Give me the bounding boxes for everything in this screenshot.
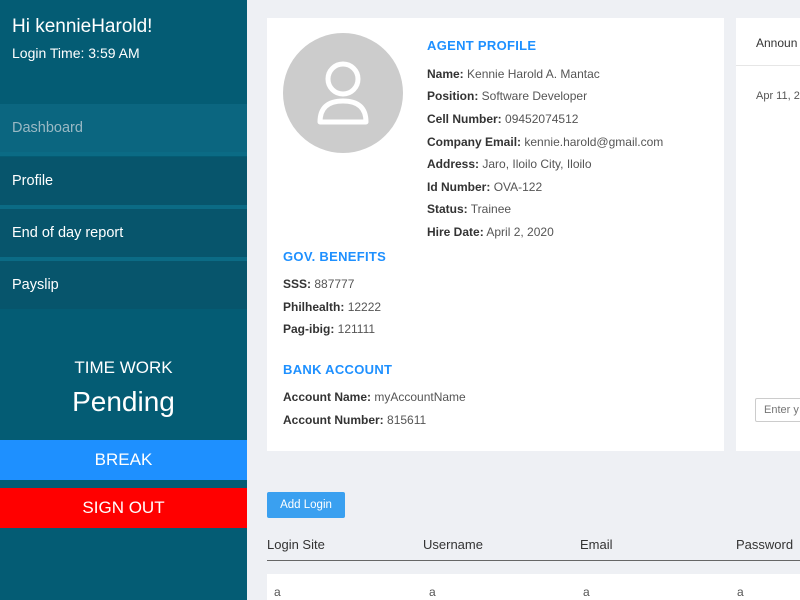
login-time: Login Time: 3:59 AM [12,45,140,61]
column-header-username: Username [423,537,483,552]
cell-login-site: a [274,585,281,599]
field-value: 887777 [314,277,355,291]
profile-field-hire-date: Hire Date: April 2, 2020 [427,225,554,239]
sign-out-button[interactable]: SIGN OUT [0,488,247,528]
announcement-title: Announ [756,36,798,50]
field-value: kennie.harold@gmail.com [524,135,664,149]
gov-benefits-title: GOV. BENEFITS [283,249,387,264]
field-value: 121111 [337,322,376,336]
field-label: Philhealth: [283,300,345,314]
field-value: April 2, 2020 [486,225,554,239]
profile-card: AGENT PROFILE Name: Kennie Harold A. Man… [267,18,724,451]
field-value: 09452074512 [505,112,579,126]
gov-field-pag-ibig: Pag-ibig: 121111 [283,322,375,336]
profile-field-status: Status: Trainee [427,202,511,216]
cell-email: a [583,585,590,599]
nav-divider [0,152,247,156]
nav-profile[interactable]: Profile [0,157,247,205]
field-value: Kennie Harold A. Mantac [467,67,600,81]
announcement-divider [736,65,800,66]
nav-payslip[interactable]: Payslip [0,261,247,309]
time-work-label: TIME WORK [74,358,173,377]
profile-field-name: Name: Kennie Harold A. Mantac [427,67,600,81]
nav-end-of-day-report-label: End of day report [12,225,124,241]
column-header-password: Password [736,537,794,552]
sidebar: Hi kennieHarold! Login Time: 3:59 AM Das… [0,0,247,600]
field-label: Status: [427,202,468,216]
profile-field-company-email: Company Email: kennie.harold@gmail.com [427,135,663,149]
break-button[interactable]: BREAK [0,440,247,480]
field-label: Hire Date: [427,225,484,239]
field-value: OVA-122 [493,180,543,194]
field-label: Account Number: [283,413,384,427]
field-value: Software Developer [481,89,588,103]
field-value: 815611 [387,413,427,427]
bank-field-account-number: Account Number: 815611 [283,413,426,427]
profile-field-address: Address: Jaro, Iloilo City, Iloilo [427,157,592,171]
table-header-divider [267,560,800,561]
cell-password: a [737,585,744,599]
time-work-status: Pending [72,386,175,417]
table-row[interactable] [267,574,800,600]
profile-field-position: Position: Software Developer [427,89,587,103]
field-label: Name: [427,67,464,81]
field-value: 12222 [347,300,382,314]
field-label: Company Email: [427,135,522,149]
field-label: Cell Number: [427,112,502,126]
cell-username: a [429,585,436,599]
field-label: Account Name: [283,390,372,404]
field-label: Id Number: [427,180,491,194]
gov-field-sss: SSS: 887777 [283,277,354,291]
avatar [283,33,403,153]
gov-field-philhealth: Philhealth: 12222 [283,300,381,314]
nav-profile-label: Profile [12,173,54,189]
field-label: SSS: [283,277,312,291]
bank-account-title: BANK ACCOUNT [283,362,393,377]
field-label: Address: [427,157,480,171]
announcement-card: Announ Apr 11, 2 [736,18,800,451]
column-header-login-site: Login Site [267,537,325,552]
field-value: myAccountName [374,390,466,404]
nav-dashboard-label: Dashboard [12,120,83,136]
field-label: Position: [427,89,479,103]
announcement-date: Apr 11, 2 [756,90,800,102]
nav-payslip-label: Payslip [12,277,59,293]
profile-field-cell-number: Cell Number: 09452074512 [427,112,578,126]
field-value: Trainee [470,202,512,216]
column-header-email: Email [580,537,613,552]
agent-profile-title: AGENT PROFILE [427,38,537,53]
profile-field-id-number: Id Number: OVA-122 [427,180,542,194]
bank-field-account-name: Account Name: myAccountName [283,390,466,404]
announcement-input[interactable] [755,398,800,422]
nav-end-of-day-report[interactable]: End of day report [0,209,247,257]
field-value: Jaro, Iloilo City, Iloilo [482,157,592,171]
greeting: Hi kennieHarold! [12,16,153,37]
user-icon [317,61,369,125]
add-login-button[interactable]: Add Login [267,492,345,518]
nav-dashboard[interactable]: Dashboard [0,104,247,152]
field-label: Pag-ibig: [283,322,335,336]
